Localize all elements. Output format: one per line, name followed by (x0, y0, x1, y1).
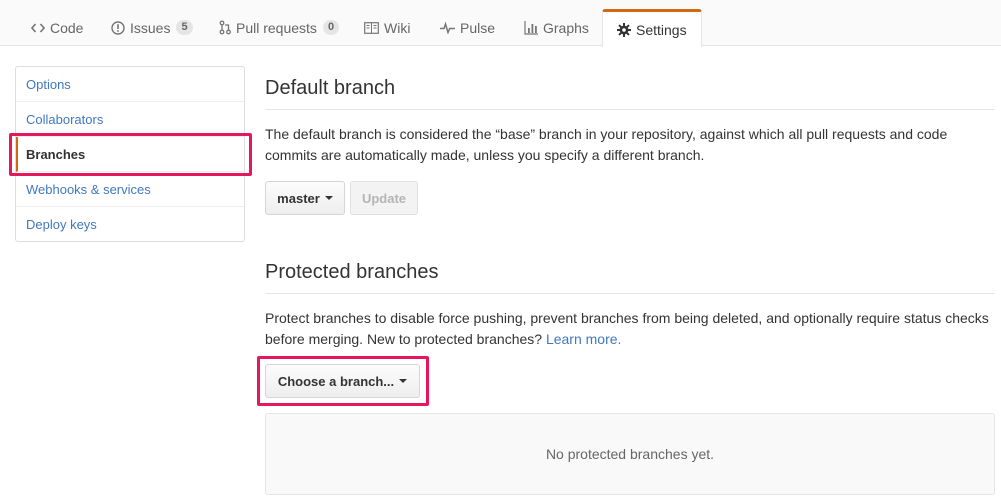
caret-down-icon (399, 379, 408, 383)
tab-pull-requests[interactable]: Pull requests 0 (219, 9, 340, 46)
tab-code-label: Code (50, 19, 84, 36)
protected-branches-description: Protect branches to disable force pushin… (265, 308, 995, 350)
protected-branches-description-text: Protect branches to disable force pushin… (265, 310, 989, 347)
update-button[interactable]: Update (350, 181, 418, 215)
sidebar-item-label: Branches (26, 146, 86, 162)
choose-branch-button[interactable]: Choose a branch... (265, 364, 420, 398)
tab-graphs[interactable]: Graphs (524, 9, 589, 46)
gear-icon (617, 22, 631, 37)
tab-pull-requests-label: Pull requests (236, 19, 317, 36)
tab-code[interactable]: Code (31, 9, 83, 46)
default-branch-description: The default branch is considered the “ba… (265, 126, 948, 163)
default-branch-select[interactable]: master (265, 181, 345, 215)
tab-wiki[interactable]: Wiki (364, 9, 410, 46)
repo-nav-tabs: Code Issues 5 Pull requests 0 Wiki Pulse… (0, 0, 1001, 47)
default-branch-heading: Default branch (265, 77, 995, 110)
code-icon (31, 22, 45, 34)
sidebar-item-branches[interactable]: Branches (16, 137, 244, 172)
sidebar-item-label: Deploy keys (26, 217, 97, 232)
tab-settings-label: Settings (636, 21, 687, 38)
sidebar-item-label: Options (26, 76, 71, 92)
tab-issues-label: Issues (130, 19, 171, 36)
sidebar-item-collaborators[interactable]: Collaborators (16, 102, 244, 137)
issues-count-badge: 5 (176, 20, 193, 35)
git-pull-request-icon (219, 20, 231, 35)
learn-more-link[interactable]: Learn more. (546, 331, 621, 347)
choose-branch-label: Choose a branch... (277, 373, 395, 389)
tab-settings[interactable]: Settings (602, 9, 702, 47)
issue-opened-icon (111, 20, 125, 35)
sidebar-item-label: Webhooks & services (26, 181, 151, 197)
book-icon (364, 21, 379, 34)
sidebar-item-options[interactable]: Options (16, 67, 244, 102)
sidebar-item-deploy-keys[interactable]: Deploy keys (16, 207, 244, 242)
tab-graphs-label: Graphs (543, 19, 589, 36)
protected-branches-heading: Protected branches (265, 261, 995, 294)
sidebar-item-webhooks-services[interactable]: Webhooks & services (16, 172, 244, 207)
pull-requests-count-badge: 0 (322, 20, 340, 35)
tab-pulse-label: Pulse (460, 19, 496, 36)
tab-issues[interactable]: Issues 5 (111, 9, 193, 46)
tab-wiki-label: Wiki (384, 19, 411, 36)
protected-branches-empty-state: No protected branches yet. (265, 413, 995, 495)
graph-icon (524, 20, 538, 35)
tab-pulse[interactable]: Pulse (440, 9, 495, 46)
sidebar-item-label: Collaborators (26, 111, 104, 127)
empty-state-message: No protected branches yet. (545, 446, 715, 462)
pulse-icon (440, 21, 455, 34)
caret-down-icon (324, 196, 333, 200)
settings-sidebar-menu: Options Collaborators Branches Webhooks … (15, 66, 245, 242)
default-branch-select-label: master (277, 190, 320, 206)
